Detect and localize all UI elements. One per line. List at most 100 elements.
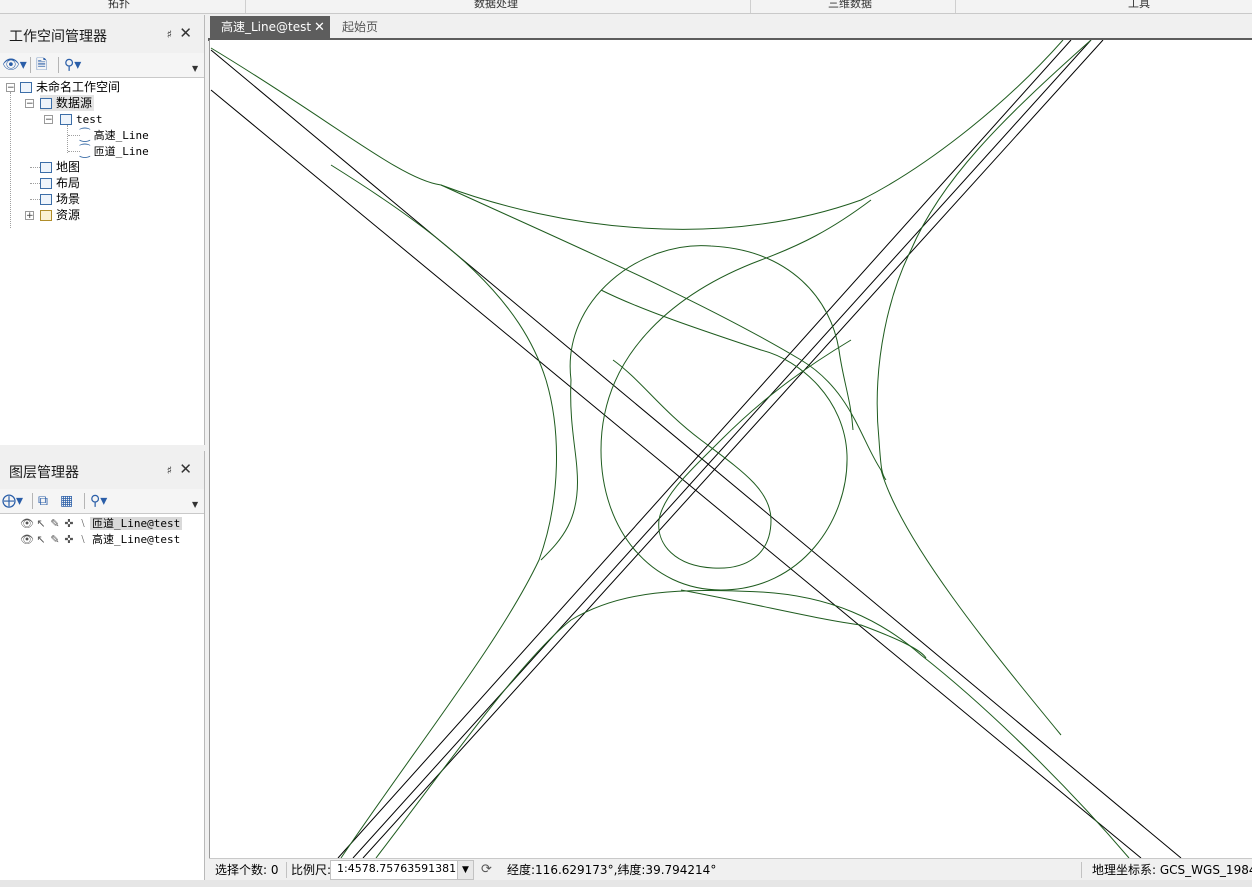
layer-row-highway[interactable]: 👁 ↖ ✎ ✜ ⧵ 高速_Line@test [20, 531, 182, 547]
search-icon[interactable]: ⚲▾ [90, 492, 107, 510]
workspace-icon [20, 82, 32, 93]
tree-guide [67, 125, 68, 153]
highway-line [352, 40, 1092, 858]
layer-toolbar: ⨁▾ ⧉ ▦ ⚲▾ ▼ [0, 489, 204, 514]
ribbon-group-3d-data[interactable]: 三维数据 [828, 0, 872, 11]
toolbar-separator [32, 493, 33, 509]
tree-guide [30, 199, 40, 200]
snap-icon[interactable]: ✜ [62, 532, 76, 548]
ramp-line [600, 289, 848, 591]
line-dataset-icon: ⁐ [80, 144, 90, 158]
ramp-line [375, 589, 1130, 858]
close-icon[interactable]: ✕ [179, 24, 192, 42]
collapse-icon[interactable]: − [44, 115, 53, 125]
toolbar-separator [84, 493, 85, 509]
editable-icon[interactable]: ✎ [48, 532, 62, 548]
tree-guide [68, 135, 80, 136]
ribbon-group-strip: 拓扑 数据处理 三维数据 工具 [0, 0, 1252, 14]
workspace-panel-title: 工作空间管理器 [9, 29, 107, 45]
selectable-icon[interactable]: ↖ [34, 516, 48, 532]
pin-icon[interactable]: ♯ [167, 28, 172, 41]
snap-icon[interactable]: ✜ [62, 516, 76, 532]
scene-icon [40, 194, 52, 205]
layer-panel-header: 图层管理器 ♯ ✕ [0, 451, 204, 491]
tree-guide [68, 151, 80, 152]
layer-group-icon[interactable]: ⧉ [38, 492, 48, 510]
ramp-line [658, 339, 852, 569]
layer-properties-icon[interactable]: ▦ [60, 492, 73, 510]
toolbar-separator [58, 57, 59, 73]
ramp-line [540, 379, 579, 561]
tab-map-highway[interactable]: 高速_Line@test ✕ [210, 16, 330, 39]
layout-icon [40, 178, 52, 189]
workspace-manager-panel: 工作空间管理器 ♯ ✕ 👁▾ 🗎 ⚲▾ ▼ − 未命名工作空间 − 数据源 − … [0, 15, 205, 445]
map-icon [40, 162, 52, 173]
ribbon-separator [750, 0, 751, 13]
tree-item-maps[interactable]: 地图 [40, 159, 80, 175]
selection-count: 选择个数: 0 [215, 863, 279, 877]
highway-line [337, 40, 1072, 858]
visibility-icon[interactable]: 👁 [20, 532, 34, 548]
toolbar-separator [30, 57, 31, 73]
window-bottom-edge [0, 880, 1252, 887]
database-icon [40, 98, 52, 109]
line-layer-icon: ⧵ [81, 533, 85, 546]
layer-manager-panel: 图层管理器 ♯ ✕ ⨁▾ ⧉ ▦ ⚲▾ ▼ 👁 ↖ ✎ ✜ ⧵ 匝道_Line@test … [0, 451, 205, 880]
ramp-line [330, 164, 557, 858]
collapse-icon[interactable]: − [25, 99, 34, 109]
search-icon[interactable]: ⚲▾ [64, 56, 81, 74]
open-datasource-icon[interactable]: 🗎 [36, 56, 47, 74]
ribbon-group-topology[interactable]: 拓扑 [108, 0, 130, 11]
line-layer-icon: ⧵ [81, 517, 85, 530]
editable-icon[interactable]: ✎ [48, 516, 62, 532]
pin-icon[interactable]: ♯ [167, 464, 172, 477]
tree-item-resources[interactable]: 资源 [40, 207, 80, 223]
map-canvas[interactable] [209, 40, 1252, 858]
folder-icon [40, 210, 52, 221]
close-icon[interactable]: ✕ [179, 460, 192, 478]
close-tab-icon[interactable]: ✕ [314, 16, 325, 39]
tree-item-datasources[interactable]: 数据源 [40, 95, 95, 111]
refresh-icon[interactable]: ⟳ [481, 862, 492, 878]
scale-label: 比例尺: [286, 862, 331, 878]
tree-item-scenes[interactable]: 场景 [40, 191, 80, 207]
selectable-icon[interactable]: ↖ [34, 532, 48, 548]
tree-item-layouts[interactable]: 布局 [40, 175, 80, 191]
layer-panel-title: 图层管理器 [9, 465, 79, 481]
ramp-line [569, 245, 854, 431]
tree-item-dataset-highway[interactable]: ⁐ 高速_Line [80, 127, 149, 143]
line-dataset-icon: ⁐ [80, 128, 90, 142]
layer-row-ramp[interactable]: 👁 ↖ ✎ ✜ ⧵ 匝道_Line@test [20, 515, 183, 532]
ribbon-separator [245, 0, 246, 13]
ramp-line [910, 40, 1092, 251]
highway-line [210, 49, 1182, 858]
chevron-down-icon[interactable]: ▼ [457, 861, 473, 879]
tree-guide [10, 92, 11, 228]
ramp-line [600, 199, 872, 451]
scale-select[interactable]: 1:4578.75763591381 ▼ [330, 860, 474, 880]
ribbon-separator [955, 0, 956, 13]
tree-item-workspace[interactable]: 未命名工作空间 [20, 79, 120, 95]
expand-icon[interactable]: + [25, 211, 34, 221]
datasource-icon [60, 114, 72, 125]
view-options-icon[interactable]: 👁▾ [2, 56, 27, 74]
coordinate-system: 地理坐标系: GCS_WGS_1984 [1081, 862, 1252, 878]
collapse-icon[interactable]: − [6, 83, 15, 93]
tree-guide [30, 183, 40, 184]
map-drawing [210, 40, 1182, 858]
toolbar-overflow-icon[interactable]: ▼ [192, 65, 200, 73]
ramp-line [210, 40, 1064, 230]
tab-start-page[interactable]: 起始页 [342, 16, 378, 39]
visibility-icon[interactable]: 👁 [20, 516, 34, 532]
add-layer-icon[interactable]: ⨁▾ [2, 492, 23, 510]
cursor-coordinates: 经度:116.629173°,纬度:39.794214° [507, 863, 717, 877]
tree-item-dataset-ramp[interactable]: ⁐ 匝道_Line [80, 143, 149, 159]
status-bar: 选择个数: 0 比例尺: 1:4578.75763591381 ▼ ⟳ 经度:1… [209, 858, 1252, 881]
highway-line [210, 89, 1142, 858]
toolbar-overflow-icon[interactable]: ▼ [192, 501, 200, 509]
workspace-panel-header: 工作空间管理器 ♯ ✕ [0, 15, 204, 55]
ramp-line [612, 359, 772, 521]
ribbon-group-tools[interactable]: 工具 [1128, 0, 1150, 11]
ramp-line [440, 184, 1062, 736]
ribbon-group-data-processing[interactable]: 数据处理 [474, 0, 518, 11]
